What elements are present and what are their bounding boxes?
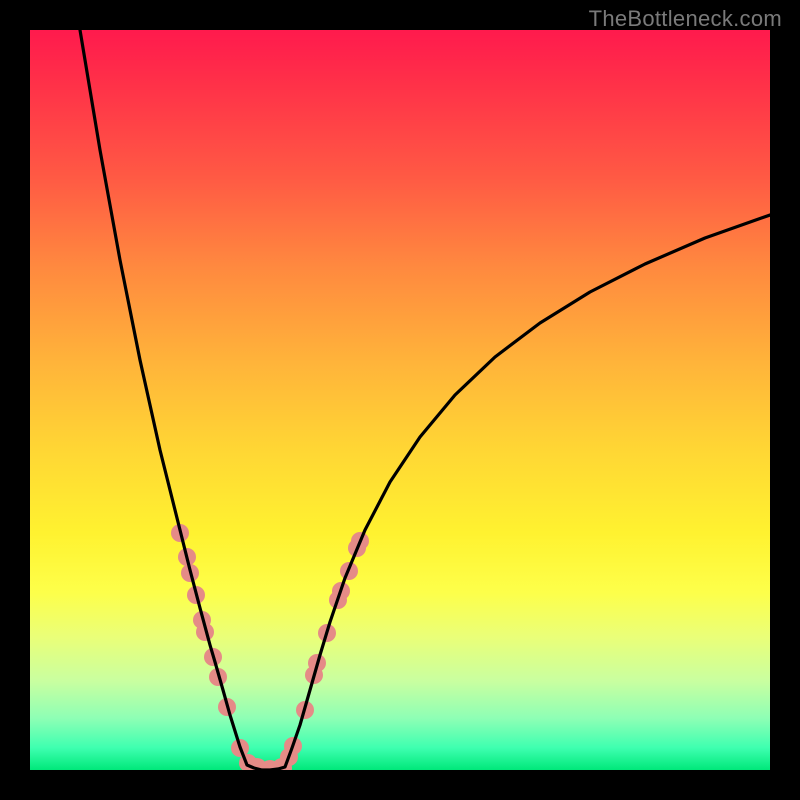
plot-area	[30, 30, 770, 770]
chart-svg	[30, 30, 770, 770]
chart-markers	[171, 524, 369, 770]
chart-curve	[80, 30, 770, 770]
outer-frame: TheBottleneck.com	[0, 0, 800, 800]
watermark-text: TheBottleneck.com	[589, 6, 782, 32]
